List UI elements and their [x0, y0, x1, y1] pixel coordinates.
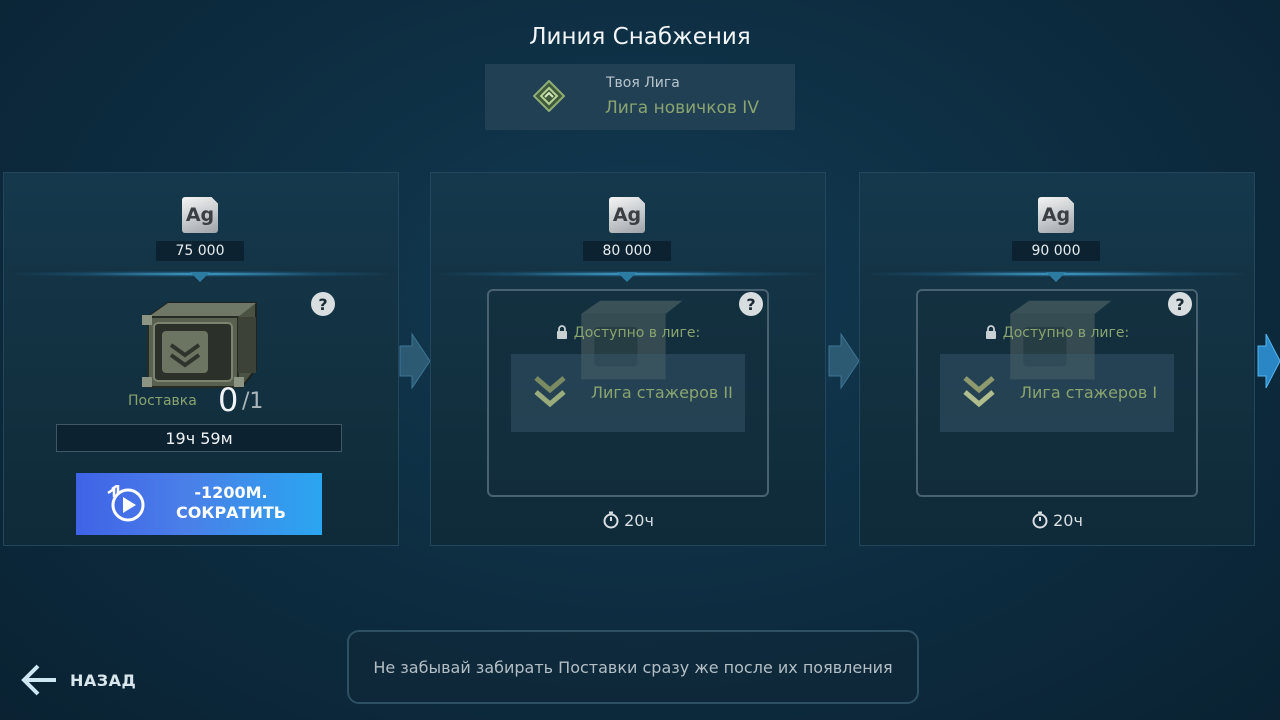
locked-caption-row: Доступно в лиге:	[918, 325, 1196, 341]
league-name: Лига новичков IV	[605, 98, 759, 118]
supply-timer: 19ч 59м	[56, 424, 342, 452]
speedup-label: СОКРАТИТЬ	[176, 503, 286, 522]
back-label: НАЗАД	[70, 670, 137, 690]
supply-duration: 20ч	[860, 511, 1254, 530]
locked-caption: Доступно в лиге:	[573, 325, 701, 341]
next-arrow-icon	[399, 332, 431, 390]
divider-notch	[617, 272, 637, 282]
current-league-panel: Твоя Лига Лига новичков IV	[485, 64, 795, 130]
supply-chest-icon	[142, 302, 257, 388]
speedup-video-icon	[107, 485, 145, 522]
required-league: Лига стажеров II	[511, 354, 745, 432]
help-icon[interactable]: ?	[739, 292, 763, 316]
required-league: Лига стажеров I	[940, 354, 1174, 432]
help-icon[interactable]: ?	[311, 292, 335, 316]
lock-icon	[985, 325, 996, 339]
locked-caption: Доступно в лиге:	[1002, 325, 1130, 341]
locked-supply-panel: Доступно в лиге: Лига стажеров I	[916, 289, 1198, 497]
reward-amount: 90 000	[1012, 241, 1100, 261]
reward-amount: 80 000	[583, 241, 671, 261]
required-league-name: Лига стажеров II	[591, 383, 733, 402]
duration-value: 20ч	[1053, 511, 1083, 530]
league-caption: Твоя Лига	[606, 75, 680, 91]
next-arrow-icon	[828, 332, 860, 390]
speedup-text: -1200М. СОКРАТИТЬ	[156, 483, 306, 523]
required-league-name: Лига стажеров I	[1020, 383, 1158, 402]
speedup-cost: -1200М.	[194, 483, 268, 502]
supply-duration: 20ч	[431, 511, 825, 530]
help-icon[interactable]: ?	[1168, 292, 1192, 316]
locked-caption-row: Доступно в лиге:	[489, 325, 767, 341]
page-title: Линия Снабжения	[529, 24, 751, 50]
supply-count: 0	[218, 381, 239, 419]
back-arrow-icon	[21, 664, 56, 696]
duration-value: 20ч	[624, 511, 654, 530]
stopwatch-icon	[603, 511, 619, 529]
supply-card-2: Ag 80 000 Доступно в лиге: Лига стажеров…	[430, 172, 826, 546]
silver-ag-icon: Ag	[182, 197, 218, 233]
hint-message: Не забывай забирать Поставки сразу же по…	[347, 630, 919, 704]
speedup-button[interactable]: -1200М. СОКРАТИТЬ	[76, 473, 322, 535]
lock-icon	[556, 325, 567, 339]
divider-notch	[190, 272, 210, 282]
stopwatch-icon	[1032, 511, 1048, 529]
locked-supply-panel: Доступно в лиге: Лига стажеров II	[487, 289, 769, 497]
supply-card-3: Ag 90 000 Доступно в лиге: Лига стажеров…	[859, 172, 1255, 546]
supply-card-1: Ag 75 000 ? Поставка 0 /1 19ч 59м -1200М…	[3, 172, 399, 546]
rank-chevron-icon	[534, 376, 566, 408]
silver-ag-icon: Ag	[1038, 197, 1074, 233]
supply-total: /1	[242, 389, 264, 414]
rank-chevron-icon	[963, 376, 995, 408]
scroll-right-arrow-icon[interactable]	[1256, 332, 1280, 390]
league-diamond-icon	[533, 80, 565, 112]
reward-amount: 75 000	[156, 241, 244, 261]
supply-label: Поставка	[128, 393, 197, 409]
silver-ag-icon: Ag	[609, 197, 645, 233]
back-button[interactable]: НАЗАД	[20, 662, 136, 698]
divider-notch	[1046, 272, 1066, 282]
